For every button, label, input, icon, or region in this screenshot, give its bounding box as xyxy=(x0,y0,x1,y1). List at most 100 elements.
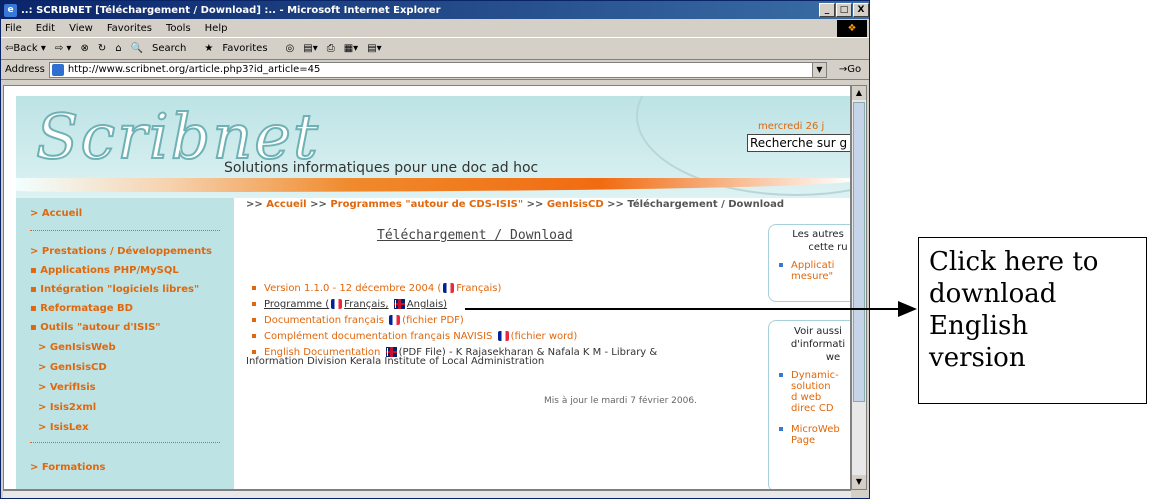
breadcrumb-sep: >> xyxy=(310,199,327,210)
page-icon xyxy=(51,63,64,76)
sidebar-item-php-mysql[interactable]: ▪ Applications PHP/MySQL xyxy=(30,265,179,276)
site-search-input[interactable]: Recherche sur g xyxy=(747,134,850,152)
breadcrumb-current: Téléchargement / Download xyxy=(627,199,784,210)
related-box-title: Les autres cette ru xyxy=(769,225,850,254)
address-url: http://www.scribnet.org/article.php3?id_… xyxy=(67,64,321,75)
programme-label: Programme ( xyxy=(264,299,330,310)
ie-icon: e xyxy=(4,3,17,17)
sidebar-item-reformatage[interactable]: ▪ Reformatage BD xyxy=(30,303,133,314)
vertical-scrollbar[interactable]: ▲ ▼ xyxy=(851,85,867,490)
sidebar-item-genisisweb[interactable]: > GenIsisWeb xyxy=(38,342,116,353)
doc-french-pdf[interactable]: (fichier PDF) xyxy=(402,315,464,326)
discuss-icon[interactable]: ▤▾ xyxy=(367,43,381,54)
breadcrumb-sep: >> xyxy=(526,199,544,210)
see-also-box: Voir aussi d'informati we Dynamic- solut… xyxy=(768,320,850,489)
windows-logo-icon: ❖ xyxy=(837,20,867,37)
version-french-link[interactable]: Français) xyxy=(456,283,501,294)
see-also-link[interactable]: MicroWeb Page xyxy=(779,424,840,446)
address-dropdown-icon[interactable]: ▼ xyxy=(812,62,826,77)
search-icon: 🔍 xyxy=(130,43,144,54)
sidebar-item-prestations[interactable]: > Prestations / Développements xyxy=(30,246,212,257)
scroll-up-icon[interactable]: ▲ xyxy=(852,86,866,100)
edit-icon[interactable]: ▦▾ xyxy=(344,43,358,54)
callout-line: download xyxy=(929,279,1057,309)
bullet-icon xyxy=(252,334,256,338)
favorites-icon: ★ xyxy=(204,43,214,54)
back-button[interactable]: ⇦Back ▾ xyxy=(5,43,46,54)
breadcrumb-home[interactable]: Accueil xyxy=(266,199,306,210)
scroll-down-icon[interactable]: ▼ xyxy=(852,475,866,489)
site-header: Scribnet Solutions informatiques pour un… xyxy=(16,96,850,198)
related-box-title-line: cette ru xyxy=(808,242,848,253)
navisis-word[interactable]: (fichier word) xyxy=(511,331,578,342)
sidebar-item-logiciels-libres[interactable]: ▪ Intégration "logiciels libres" xyxy=(30,284,199,295)
related-box-list: Applicati mesure" xyxy=(769,260,850,282)
menu-favorites[interactable]: Favorites xyxy=(107,23,152,34)
last-updated: Mis à jour le mardi 7 février 2006. xyxy=(544,396,697,406)
list-item: Documentation français (fichier PDF) xyxy=(252,313,657,329)
callout-line: version xyxy=(929,343,1026,373)
version-link[interactable]: Version 1.1.0 - 12 décembre 2004 ( xyxy=(264,283,441,294)
window-title: ..: SCRIBNET [Téléchargement / Download]… xyxy=(21,4,441,16)
page-title: Téléchargement / Download xyxy=(377,228,573,243)
address-bar: Address http://www.scribnet.org/article.… xyxy=(1,60,869,80)
sidebar-item-isis2xml[interactable]: > Isis2xml xyxy=(38,402,96,413)
programme-english-link[interactable]: Anglais) xyxy=(407,299,447,310)
sidebar-item-accueil[interactable]: > Accueil xyxy=(30,208,82,219)
forward-button[interactable]: ⇨ ▾ xyxy=(55,43,72,54)
breadcrumb-section[interactable]: Programmes "autour de CDS-ISIS" xyxy=(330,199,523,210)
menu-bar: File Edit View Favorites Tools Help ❖ xyxy=(1,19,869,38)
minimize-button[interactable]: _ xyxy=(819,3,835,17)
sidebar-item-genisiscd[interactable]: > GenIsisCD xyxy=(38,362,107,373)
header-date: mercredi 26 j xyxy=(758,121,825,132)
sidebar-item-outils-isis[interactable]: ▪ Outils "autour d'ISIS" xyxy=(30,322,160,333)
breadcrumb-sep: >> xyxy=(246,199,263,210)
toolbar: ⇦Back ▾ ⇨ ▾ ⊗ ↻ ⌂ 🔍 Search ★ Favorites ◎ ▤… xyxy=(1,38,869,60)
menu-file[interactable]: File xyxy=(5,23,22,34)
programme-french-link[interactable]: Français, xyxy=(344,299,388,310)
address-input[interactable]: http://www.scribnet.org/article.php3?id_… xyxy=(48,61,827,78)
history-icon[interactable]: ▤▾ xyxy=(303,43,317,54)
sidebar-item-isislex[interactable]: > IsisLex xyxy=(38,422,89,433)
media-icon[interactable]: ◎ xyxy=(286,43,295,54)
go-label: Go xyxy=(847,64,862,75)
bullet-icon xyxy=(252,350,256,354)
see-also-list: Dynamic- solution d web direc CD MicroWe… xyxy=(769,370,850,446)
sidebar-item-formations[interactable]: > Formations xyxy=(30,462,105,473)
go-arrow-icon: → xyxy=(838,64,848,75)
related-link[interactable]: Applicati mesure" xyxy=(779,260,839,282)
search-label: Search xyxy=(152,43,187,54)
english-doc-continuation: Information Division Kerala Institute of… xyxy=(246,356,545,367)
list-item: Version 1.1.0 - 12 décembre 2004 ( França… xyxy=(252,281,657,297)
annotation-callout: Click here to download English version xyxy=(918,237,1147,404)
navisis-link[interactable]: Complément documentation français NAVISI… xyxy=(264,331,492,342)
home-icon[interactable]: ⌂ xyxy=(115,43,121,54)
close-button[interactable]: X xyxy=(853,3,869,17)
scroll-thumb[interactable] xyxy=(853,102,865,402)
favorites-button[interactable]: ★ Favorites xyxy=(204,43,276,54)
breadcrumb-sub[interactable]: GenIsisCD xyxy=(547,199,604,210)
menu-tools[interactable]: Tools xyxy=(166,23,191,34)
sidebar-item-verifisis[interactable]: > VerifIsis xyxy=(38,382,96,393)
see-also-title-line: we xyxy=(825,352,841,363)
sidebar-divider xyxy=(30,442,220,443)
refresh-icon[interactable]: ↻ xyxy=(98,43,106,54)
breadcrumb-sep: >> xyxy=(607,199,624,210)
doc-french-link[interactable]: Documentation français xyxy=(264,315,384,326)
horizontal-scrollbar[interactable] xyxy=(3,490,851,498)
see-also-link[interactable]: Dynamic- solution d web direc CD xyxy=(779,370,839,414)
menu-help[interactable]: Help xyxy=(205,23,228,34)
see-also-title-line: Voir aussi xyxy=(794,326,842,337)
go-button[interactable]: →Go xyxy=(831,64,869,75)
maximize-button[interactable]: □ xyxy=(836,3,852,17)
french-flag-icon xyxy=(443,283,455,293)
callout-line: English xyxy=(929,311,1029,341)
search-button[interactable]: 🔍 Search xyxy=(131,43,196,54)
menu-edit[interactable]: Edit xyxy=(36,23,55,34)
menu-view[interactable]: View xyxy=(69,23,93,34)
print-icon[interactable]: ⎙ xyxy=(327,43,335,54)
french-flag-icon xyxy=(331,299,343,309)
address-label: Address xyxy=(5,64,45,75)
breadcrumb: >> Accueil >> Programmes "autour de CDS-… xyxy=(246,199,784,210)
stop-icon[interactable]: ⊗ xyxy=(80,43,88,54)
